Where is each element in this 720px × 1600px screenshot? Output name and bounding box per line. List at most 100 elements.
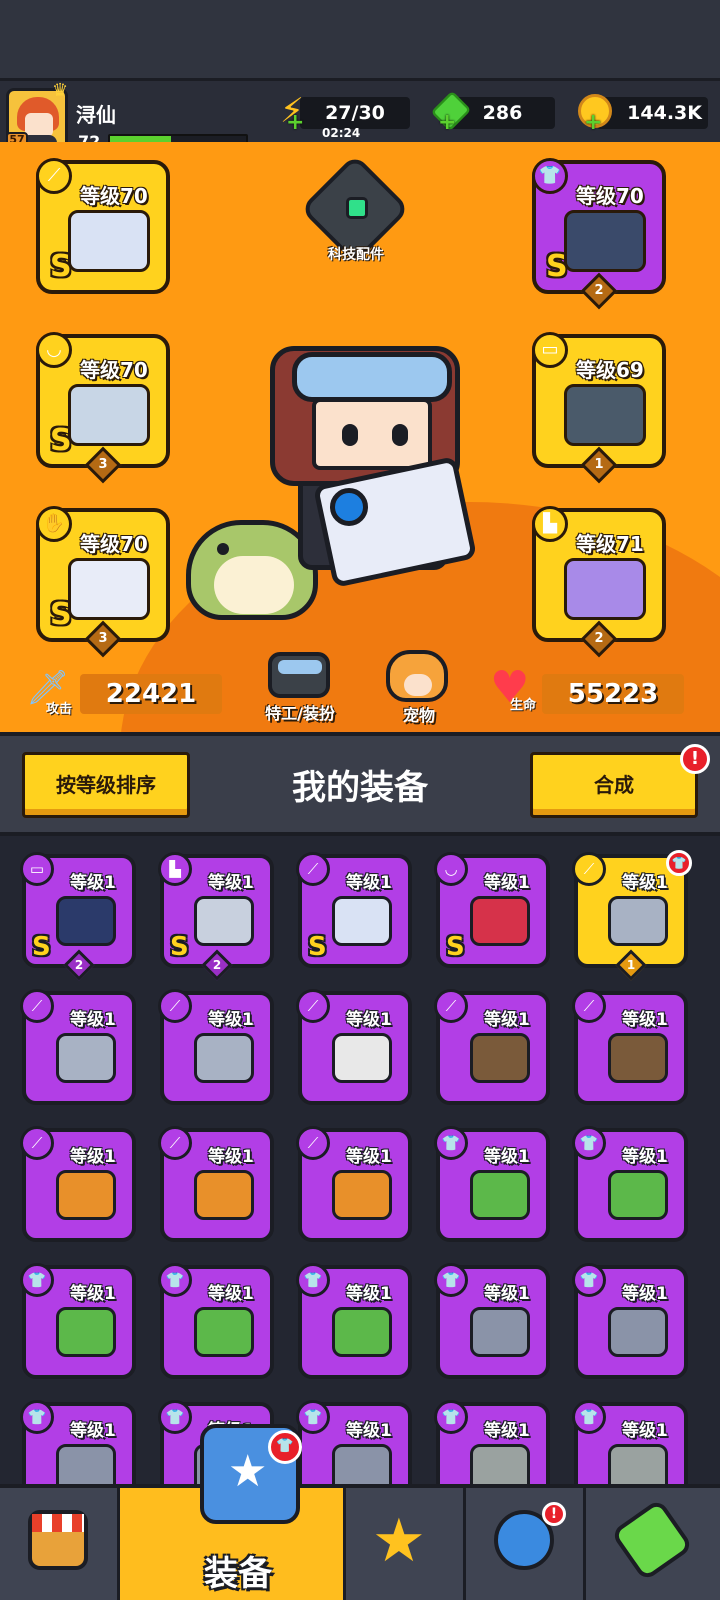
equipment-item[interactable]: ⟋ 等级1 bbox=[20, 1126, 136, 1242]
hero-slot-armor[interactable]: 👕 等级70 S 2 bbox=[532, 158, 666, 310]
nav-tab-talent[interactable]: ★ bbox=[346, 1488, 466, 1600]
shirt-icon: 👕 bbox=[296, 1263, 330, 1297]
slot-item-art bbox=[564, 210, 646, 272]
shirt-icon: 👕 bbox=[434, 1126, 468, 1160]
attack-label: 攻击 bbox=[46, 702, 73, 717]
equipment-item[interactable]: ⟋ 等级1 bbox=[572, 989, 688, 1105]
hp-value: 55223 bbox=[542, 674, 684, 714]
equipment-item[interactable]: ⟋ 等级1 1 👕 bbox=[572, 850, 692, 981]
item-level: 等级1 bbox=[484, 1284, 530, 1304]
shirt-icon: 👕 bbox=[158, 1263, 192, 1297]
necklace-icon: ◡ bbox=[434, 852, 468, 886]
hero-slot-boots[interactable]: ▙ 等级71 2 bbox=[532, 506, 666, 658]
nav-tab-shop[interactable] bbox=[0, 1488, 120, 1600]
item-art bbox=[332, 896, 392, 946]
shirt-icon: 👕 bbox=[20, 1400, 54, 1434]
hero-slot-belt[interactable]: ▭ 等级69 1 bbox=[532, 332, 666, 484]
knife-icon: ⟋ bbox=[434, 989, 468, 1023]
character-visor bbox=[292, 352, 452, 402]
energy-timer: 02:24 bbox=[322, 126, 361, 140]
shirt-icon: 👕 bbox=[434, 1400, 468, 1434]
nav-tab-lab[interactable] bbox=[586, 1488, 720, 1600]
combine-button[interactable]: 合成 bbox=[530, 752, 698, 818]
slot-level: 等级70 bbox=[576, 184, 644, 208]
equipment-item[interactable]: 👕 等级1 bbox=[296, 1400, 412, 1484]
add-coins-icon[interactable]: + bbox=[584, 110, 602, 135]
slot-level: 等级71 bbox=[576, 532, 644, 556]
dna-capsule-icon bbox=[610, 1498, 694, 1582]
slot-item-art bbox=[68, 384, 150, 446]
equipment-item[interactable]: 👕 等级1 bbox=[434, 1263, 550, 1379]
equipment-item[interactable]: 👕 等级1 bbox=[158, 1263, 274, 1379]
character-face bbox=[312, 398, 432, 470]
necklace-icon: ◡ bbox=[36, 332, 72, 368]
equipment-item[interactable]: ⟋ 等级1 bbox=[20, 989, 136, 1105]
equipment-item[interactable]: ▭ 等级1 S 2 bbox=[20, 852, 136, 981]
equipment-item[interactable]: 👕 等级1 bbox=[20, 1263, 136, 1379]
crown-icon: ♛ bbox=[52, 80, 69, 101]
item-art bbox=[194, 1170, 254, 1220]
equipment-tab-badge: 👕 bbox=[268, 1430, 302, 1464]
equipment-item[interactable]: 👕 等级1 bbox=[434, 1126, 550, 1242]
item-art bbox=[470, 1444, 530, 1484]
item-star-badge: 2 bbox=[201, 949, 233, 981]
sort-by-level-button[interactable]: 按等级排序 bbox=[22, 752, 190, 818]
item-level: 等级1 bbox=[346, 873, 392, 893]
equipment-item[interactable]: ⟋ 等级1 bbox=[158, 1126, 274, 1242]
equipment-item[interactable]: ▙ 等级1 S 2 bbox=[158, 852, 274, 981]
pet-dog-icon[interactable] bbox=[386, 650, 448, 702]
add-gems-icon[interactable]: + bbox=[438, 110, 456, 135]
item-level: 等级1 bbox=[70, 1421, 116, 1441]
hero-slot-gloves[interactable]: ✋ 等级70 S 3 bbox=[36, 506, 170, 658]
equipment-item[interactable]: 👕 等级1 bbox=[296, 1263, 412, 1379]
coin-counter: 144.3K bbox=[596, 97, 708, 129]
item-art bbox=[194, 896, 254, 946]
attack-value: 22421 bbox=[80, 674, 222, 714]
item-art bbox=[470, 896, 530, 946]
item-level: 等级1 bbox=[484, 873, 530, 893]
equipment-item[interactable]: ⟋ 等级1 S bbox=[296, 852, 412, 968]
pet-button-label[interactable]: 宠物 bbox=[392, 702, 446, 726]
item-art bbox=[608, 1170, 668, 1220]
player-name: 浔仙 bbox=[76, 103, 116, 127]
item-art bbox=[608, 1033, 668, 1083]
item-level: 等级1 bbox=[70, 1010, 116, 1030]
costume-button-label[interactable]: 特工/装扮 bbox=[252, 700, 348, 724]
equipment-item[interactable]: ⟋ 等级1 bbox=[158, 989, 274, 1105]
item-stars: 2 bbox=[212, 958, 222, 972]
status-strip bbox=[0, 0, 720, 80]
item-stars: 1 bbox=[626, 958, 636, 972]
slot-item-art bbox=[68, 210, 150, 272]
slot-item-art bbox=[564, 384, 646, 446]
item-level: 等级1 bbox=[622, 1421, 668, 1441]
equipment-item[interactable]: ⟋ 等级1 bbox=[434, 989, 550, 1105]
belt-icon: ▭ bbox=[532, 332, 568, 368]
equipment-item[interactable]: 👕 等级1 bbox=[20, 1400, 136, 1484]
item-level: 等级1 bbox=[622, 873, 668, 893]
equipment-item[interactable]: ⟋ 等级1 bbox=[296, 989, 412, 1105]
shirt-icon: 👕 bbox=[20, 1263, 54, 1297]
item-grade: S bbox=[170, 932, 189, 962]
shirt-icon: 👕 bbox=[532, 158, 568, 194]
equipment-item[interactable]: ◡ 等级1 S bbox=[434, 852, 550, 968]
item-level: 等级1 bbox=[346, 1421, 392, 1441]
item-level: 等级1 bbox=[484, 1010, 530, 1030]
costume-icon[interactable] bbox=[268, 652, 330, 698]
lightning-icon[interactable]: ⚡ + bbox=[280, 92, 304, 135]
equipment-item[interactable]: 👕 等级1 bbox=[434, 1400, 550, 1484]
hero-slot-necklace[interactable]: ◡ 等级70 S 3 bbox=[36, 332, 170, 484]
slot-item-art bbox=[68, 558, 150, 620]
item-art bbox=[194, 1307, 254, 1357]
equipment-item[interactable]: 👕 等级1 bbox=[572, 1400, 688, 1484]
hero-slot-weapon[interactable]: ⟋ 等级70 S bbox=[36, 158, 170, 294]
nav-tab-event[interactable]: ! bbox=[466, 1488, 586, 1600]
equipment-grid[interactable]: ▭ 等级1 S 2 ▙ 等级1 S 2 ⟋ 等级1 S ◡ 等级1 S ⟋ 等级1 1 👕 ⟋ 等级1 ⟋ 等级1 ⟋ 等级1… bbox=[0, 836, 720, 1484]
item-art bbox=[56, 896, 116, 946]
equipment-item[interactable]: 👕 等级1 bbox=[572, 1126, 688, 1242]
shirt-icon: 👕 bbox=[572, 1263, 606, 1297]
item-level: 等级1 bbox=[622, 1147, 668, 1167]
item-art bbox=[56, 1444, 116, 1484]
item-art bbox=[470, 1033, 530, 1083]
equipment-item[interactable]: ⟋ 等级1 bbox=[296, 1126, 412, 1242]
equipment-item[interactable]: 👕 等级1 bbox=[572, 1263, 688, 1379]
